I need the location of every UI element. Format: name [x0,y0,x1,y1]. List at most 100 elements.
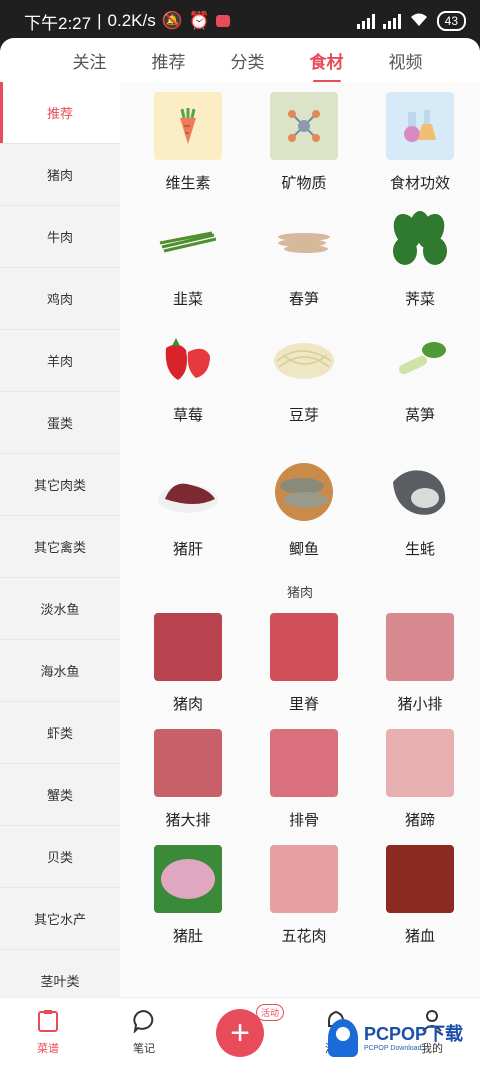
pork-ribs-small-image [386,613,454,681]
ingredient-label: 莴笋 [404,407,435,424]
sidebar-item-recommend[interactable]: 推荐 [0,82,120,144]
top-tab-bar: 关注 推荐 分类 食材 视频 [0,38,480,83]
ingredient-label: 猪小排 [397,696,443,713]
wifi-icon [409,11,429,32]
ingredient-item[interactable]: 维生素 [130,82,246,198]
ingredient-item[interactable]: 生蚝 [362,430,478,572]
ingredient-label: 荠菜 [404,291,435,308]
ingredient-item[interactable]: 猪血 [362,845,478,961]
battery-indicator: 43 [436,11,466,31]
sidebar-item-pork[interactable]: 猪肉 [0,144,120,206]
ingredient-item[interactable]: 猪蹄 [362,729,478,845]
ingredient-label: 猪肉 [172,696,203,713]
chat-bubble-icon [132,1009,156,1036]
bottom-nav-label: 菜谱 [37,1043,59,1055]
sidebar-item-lamb[interactable]: 羊肉 [0,330,120,392]
ingredient-item[interactable]: 猪小排 [362,613,478,729]
ingredient-item[interactable]: 排骨 [246,729,362,845]
ingredient-item[interactable]: 莴笋 [362,314,478,430]
chives-image [154,208,222,276]
ingredient-label: 猪血 [404,928,435,945]
pig-blood-image [386,845,454,913]
pork-chop-image [154,729,222,797]
oyster-image [386,458,454,526]
app-surface: 关注 推荐 分类 食材 视频 推荐 猪肉 牛肉 鸡肉 羊肉 蛋类 其它肉类 其它… [0,38,480,1067]
app-notification-icon [216,15,231,27]
bamboo-shoot-image [270,208,338,276]
shepherds-purse-image [386,208,454,276]
watermark-subtext: PCPOP Download [364,1044,422,1052]
ingredient-item[interactable]: 荠菜 [362,198,478,314]
ingredient-item[interactable]: 韭菜 [130,198,246,314]
sidebar-item-other-poultry[interactable]: 其它禽类 [0,516,120,578]
lettuce-stem-image [386,324,454,392]
ingredient-label: 食材功效 [389,175,450,192]
sidebar-item-other-meat[interactable]: 其它肉类 [0,454,120,516]
ingredient-item[interactable]: 豆芽 [246,314,362,430]
status-bar: 下午2:27 | 0.2K/s 🔕 ⏰ 43 [0,0,480,42]
molecule-icon [270,92,338,160]
ingredient-item[interactable]: 猪肚 [130,845,246,961]
tab-category[interactable]: 分类 [208,48,287,73]
recipe-book-icon [37,1009,59,1036]
sidebar-item-eggs[interactable]: 蛋类 [0,392,120,454]
bottom-nav-create[interactable]: + 活动 [192,998,288,1067]
ingredient-label: 猪肚 [172,928,203,945]
promo-badge: 活动 [256,1004,285,1021]
pork-grid: 猪肉 里脊 猪小排 猪大排 排骨 猪蹄 猪肚 五花肉 猪血 [120,613,480,961]
ingredient-label: 里脊 [288,696,319,713]
ingredient-item[interactable]: 鲫鱼 [246,430,362,572]
tenderloin-image [270,613,338,681]
bottom-nav-label: 笔记 [133,1043,155,1055]
flask-icon [386,92,454,160]
sidebar-item-crab[interactable]: 蟹类 [0,764,120,826]
ingredient-item[interactable]: 食材功效 [362,82,478,198]
tab-follow[interactable]: 关注 [50,48,129,73]
sidebar-item-other-seafood[interactable]: 其它水产 [0,888,120,950]
ingredient-label: 春笋 [288,291,319,308]
ingredient-item[interactable]: 矿物质 [246,82,362,198]
ingredient-label: 矿物质 [281,175,327,192]
ingredient-label: 生蚝 [404,541,435,558]
ingredient-item[interactable]: 春笋 [246,198,362,314]
sidebar-item-freshwater-fish[interactable]: 淡水鱼 [0,578,120,640]
tab-ingredients[interactable]: 食材 [287,48,366,83]
watermark-text: PCPOP下载 [364,1023,464,1044]
pork-tripe-image [154,845,222,913]
ingredient-label: 排骨 [288,812,319,829]
ingredient-label: 草莓 [172,407,203,424]
tab-recommend[interactable]: 推荐 [129,48,208,73]
sidebar-item-beef[interactable]: 牛肉 [0,206,120,268]
ingredient-content: 维生素 矿物质 食材功效 韭菜 春笋 荠菜 草莓 豆芽 莴笋 猪肝 鲫鱼 生蚝 … [120,82,480,997]
section-title-pork: 猪肉 [286,585,313,600]
recommend-grid: 维生素 矿物质 食材功效 韭菜 春笋 荠菜 草莓 豆芽 莴笋 猪肝 鲫鱼 生蚝 [120,82,480,572]
ingredient-label: 维生素 [165,175,211,192]
bottom-nav-notes[interactable]: 笔记 [96,998,192,1067]
bottom-nav-recipes[interactable]: 菜谱 [0,998,96,1067]
sidebar-item-chicken[interactable]: 鸡肉 [0,268,120,330]
sidebar-item-seawater-fish[interactable]: 海水鱼 [0,640,120,702]
signal-icon [356,13,375,29]
spare-ribs-image [270,729,338,797]
ingredient-label: 猪大排 [165,812,211,829]
ingredient-label: 韭菜 [172,291,203,308]
ingredient-item[interactable]: 五花肉 [246,845,362,961]
tab-video[interactable]: 视频 [366,48,445,73]
ingredient-item[interactable]: 猪大排 [130,729,246,845]
bean-sprout-image [270,324,338,392]
ingredient-item[interactable]: 里脊 [246,613,362,729]
ingredient-item[interactable]: 猪肉 [130,613,246,729]
ingredient-item[interactable]: 草莓 [130,314,246,430]
mute-icon: 🔕 [161,11,183,30]
carrot-icon [154,92,222,160]
sidebar-item-shrimp[interactable]: 虾类 [0,702,120,764]
ingredient-item[interactable]: 猪肝 [130,430,246,572]
pork-liver-image [154,458,222,526]
signal-2-icon [382,13,401,29]
category-sidebar: 推荐 猪肉 牛肉 鸡肉 羊肉 蛋类 其它肉类 其它禽类 淡水鱼 海水鱼 虾类 蟹… [0,82,120,1012]
pork-image [154,613,222,681]
watermark-logo-icon [328,1019,358,1057]
ingredient-label: 鲫鱼 [288,541,319,558]
ingredient-label: 猪蹄 [404,812,435,829]
sidebar-item-shellfish[interactable]: 贝类 [0,826,120,888]
